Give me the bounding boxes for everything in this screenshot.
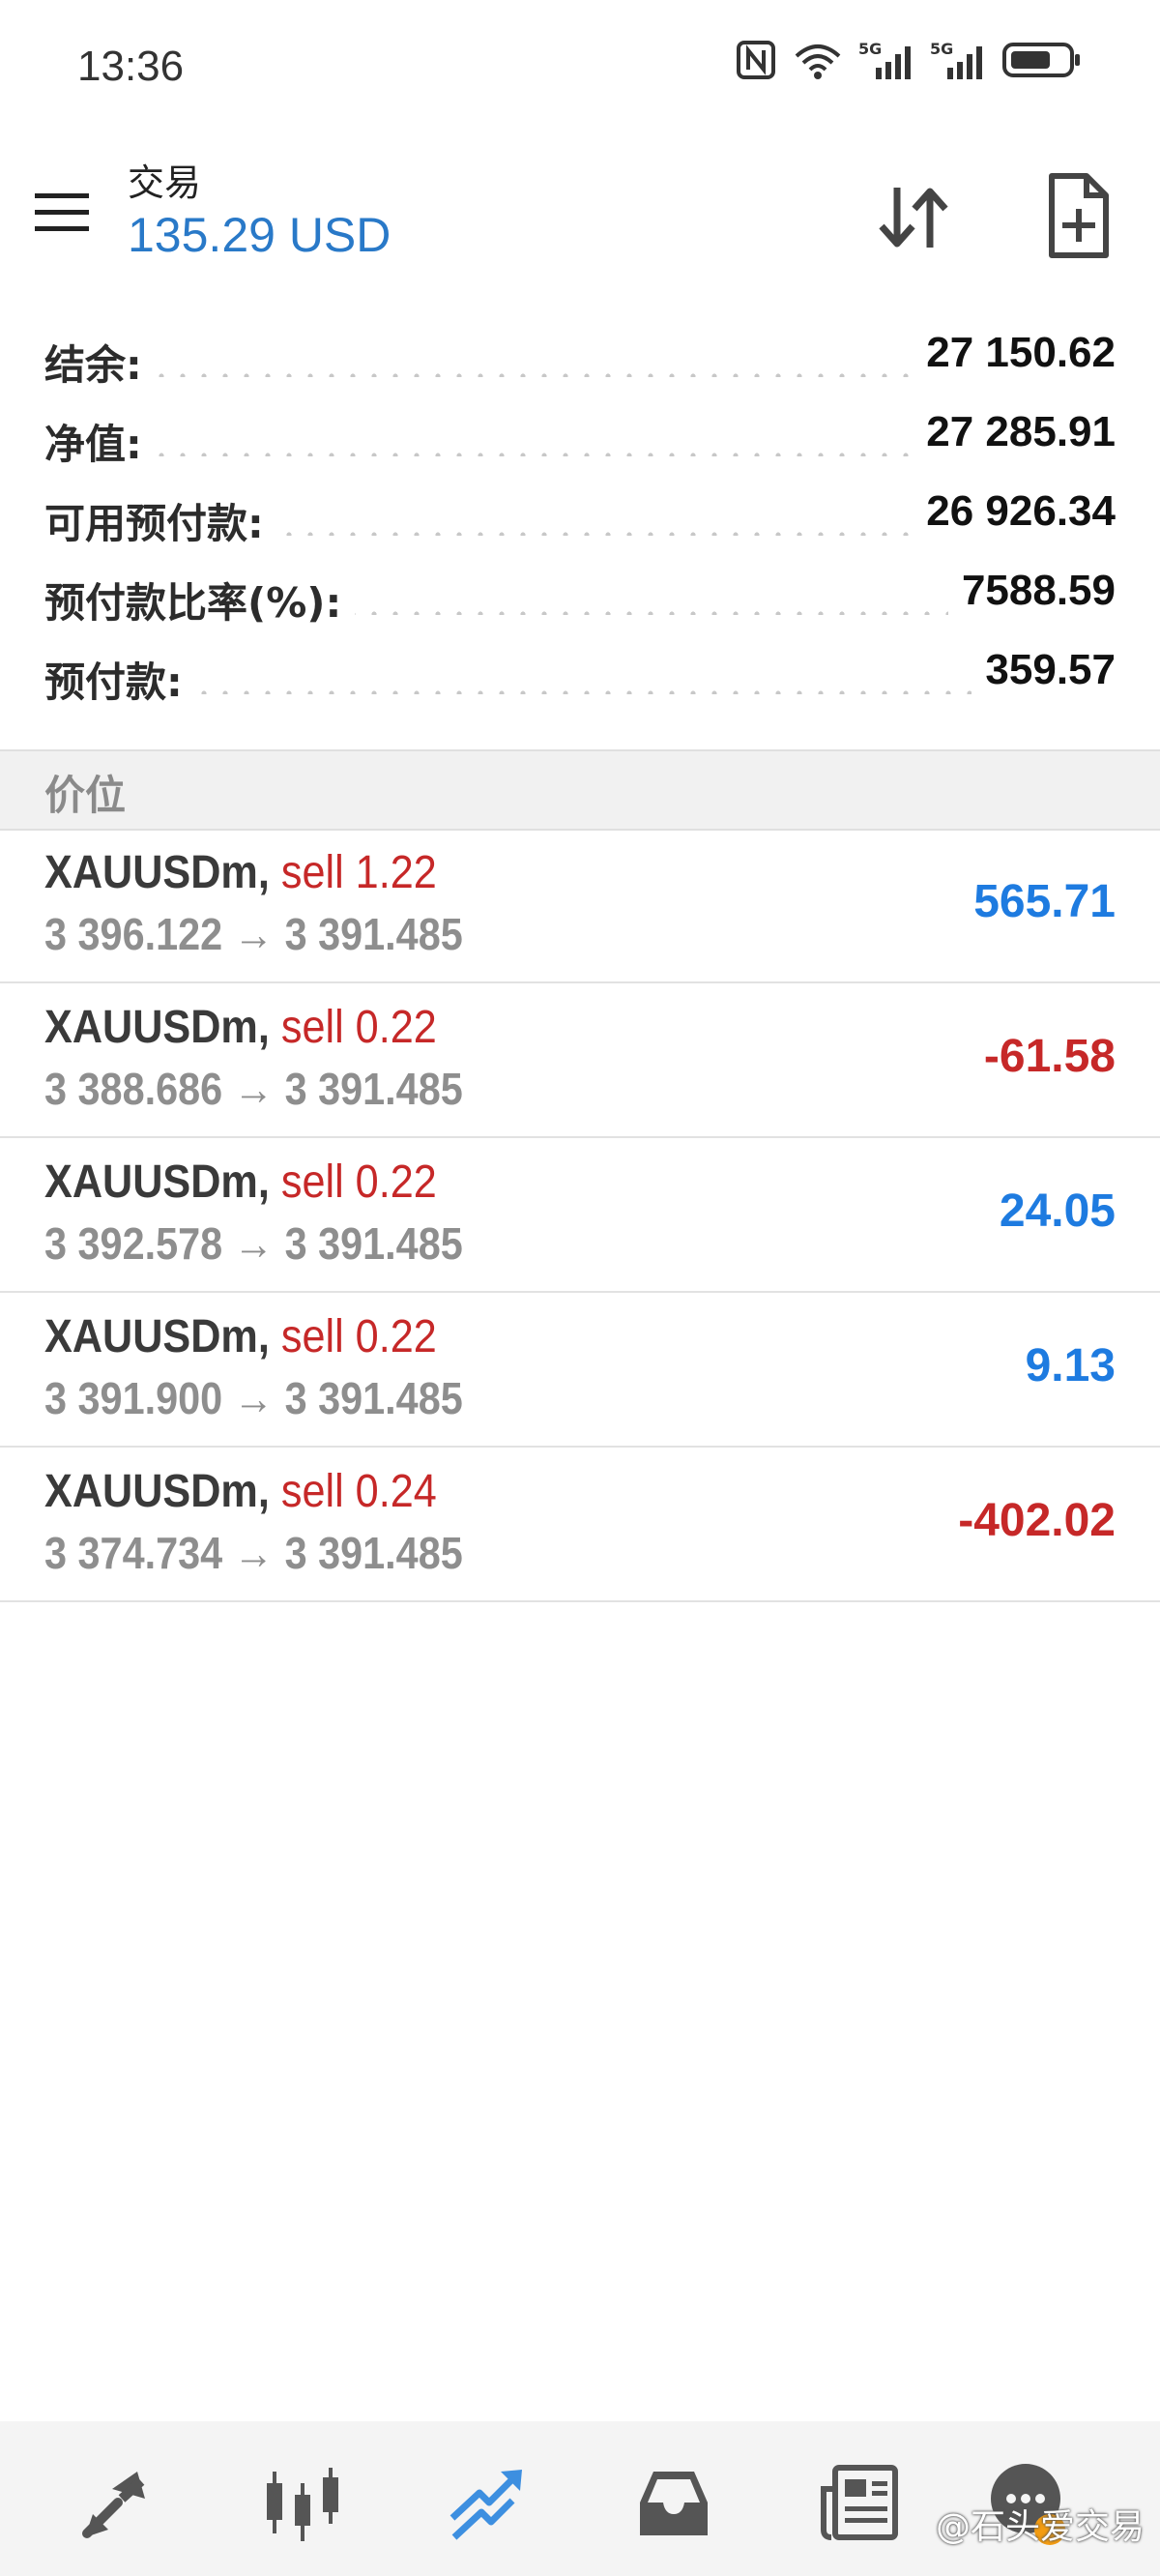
- summary-row-margin: 预付款: 359.57: [0, 636, 1160, 716]
- hamburger-icon: [35, 193, 89, 231]
- position-title: XAUUSDm, sell 0.22: [44, 1156, 437, 1209]
- wifi-icon: [795, 44, 841, 79]
- summary-value: 26 926.34: [913, 487, 1116, 536]
- nav-trade[interactable]: [445, 2460, 532, 2547]
- position-title: XAUUSDm, sell 0.22: [44, 1310, 437, 1363]
- position-row[interactable]: XAUUSDm, sell 0.24 3 374.734 → 3 391.485…: [0, 1448, 1160, 1602]
- summary-value: 27 285.91: [913, 408, 1116, 456]
- summary-row-free-margin: 可用预付款: 26 926.34: [0, 478, 1160, 557]
- summary-value: 359.57: [972, 646, 1116, 694]
- news-icon: [821, 2465, 898, 2540]
- watermark-text: @石头爱交易: [935, 2507, 1145, 2547]
- summary-row-margin-level: 预付款比率(%): 7588.59: [0, 557, 1160, 636]
- summary-label: 预付款:: [44, 650, 196, 709]
- chart-icon: [267, 2468, 338, 2541]
- summary-label: 结余:: [44, 333, 156, 392]
- summary-label: 预付款比率(%):: [44, 571, 356, 629]
- bottom-navigation: @石头爱交易: [0, 2421, 1160, 2576]
- status-bar: 13:36 5G 5G: [0, 0, 1160, 135]
- add-document-icon: [1049, 173, 1109, 258]
- sort-arrows-icon: [879, 188, 948, 248]
- position-row[interactable]: XAUUSDm, sell 0.22 3 388.686 → 3 391.485…: [0, 983, 1160, 1138]
- signal-5g-icon: 5G: [930, 40, 982, 79]
- nav-history[interactable]: [630, 2460, 717, 2547]
- position-symbol: XAUUSDm,: [44, 1002, 270, 1053]
- summary-value: 27 150.62: [913, 329, 1116, 377]
- summary-row-equity: 净值: 27 285.91: [0, 398, 1160, 478]
- positions-list: XAUUSDm, sell 1.22 3 396.122 → 3 391.485…: [0, 829, 1160, 1602]
- summary-row-balance: 结余: 27 150.62: [0, 319, 1160, 398]
- quotes-icon: [82, 2472, 145, 2538]
- position-profit: 9.13: [1025, 1340, 1116, 1391]
- account-summary: 结余: 27 150.62 净值: 27 285.91 可用预付款: 26 92…: [0, 319, 1160, 716]
- position-profit: -61.58: [983, 1031, 1116, 1082]
- app-header: 交易 135.29 USD: [0, 145, 1160, 280]
- nav-chart[interactable]: [259, 2460, 346, 2547]
- header-balance: 135.29 USD: [128, 208, 392, 262]
- position-side: sell 0.22: [280, 1311, 437, 1362]
- position-side: sell 0.22: [280, 1156, 437, 1208]
- position-row[interactable]: XAUUSDm, sell 0.22 3 392.578 → 3 391.485…: [0, 1138, 1160, 1293]
- summary-label: 净值:: [44, 412, 156, 471]
- position-row[interactable]: XAUUSDm, sell 0.22 3 391.900 → 3 391.485…: [0, 1293, 1160, 1448]
- nav-news[interactable]: [816, 2460, 903, 2547]
- position-symbol: XAUUSDm,: [44, 1156, 270, 1208]
- summary-value: 7588.59: [947, 567, 1116, 615]
- position-symbol: XAUUSDm,: [44, 1466, 270, 1517]
- position-prices: 3 392.578 → 3 391.485: [44, 1218, 463, 1269]
- position-side: sell 0.22: [280, 1002, 437, 1053]
- nfc-icon: [737, 41, 775, 79]
- section-title: 价位: [44, 772, 127, 819]
- position-prices: 3 391.900 → 3 391.485: [44, 1373, 463, 1423]
- position-profit: 24.05: [999, 1186, 1116, 1237]
- position-prices: 3 388.686 → 3 391.485: [44, 1064, 463, 1114]
- position-prices: 3 374.734 → 3 391.485: [44, 1528, 463, 1578]
- menu-button[interactable]: [33, 184, 91, 242]
- position-symbol: XAUUSDm,: [44, 1311, 270, 1362]
- position-title: XAUUSDm, sell 1.22: [44, 846, 437, 899]
- position-profit: 565.71: [973, 876, 1116, 927]
- dotted-leader: [44, 690, 1116, 694]
- summary-label: 可用预付款:: [44, 491, 277, 550]
- battery-icon: [1002, 43, 1080, 77]
- svg-text:5G: 5G: [858, 40, 882, 58]
- position-side: sell 0.24: [280, 1466, 437, 1517]
- svg-text:5G: 5G: [930, 40, 953, 58]
- status-time: 13:36: [77, 43, 185, 90]
- signal-5g-icon: 5G: [858, 40, 911, 79]
- position-symbol: XAUUSDm,: [44, 847, 270, 898]
- position-row[interactable]: XAUUSDm, sell 1.22 3 396.122 → 3 391.485…: [0, 829, 1160, 983]
- history-icon: [640, 2472, 708, 2535]
- status-icons: 5G 5G: [735, 39, 1083, 81]
- page-title: 交易: [128, 161, 202, 204]
- positions-section-header: 价位: [0, 749, 1160, 831]
- nav-quotes[interactable]: [73, 2460, 160, 2547]
- position-profit: -402.02: [958, 1495, 1116, 1546]
- position-prices: 3 396.122 → 3 391.485: [44, 909, 463, 959]
- sort-button[interactable]: [870, 174, 957, 261]
- position-title: XAUUSDm, sell 0.24: [44, 1465, 437, 1518]
- position-title: XAUUSDm, sell 0.22: [44, 1001, 437, 1054]
- position-side: sell 1.22: [280, 847, 437, 898]
- trade-icon: [450, 2470, 522, 2540]
- new-order-button[interactable]: [1034, 168, 1121, 265]
